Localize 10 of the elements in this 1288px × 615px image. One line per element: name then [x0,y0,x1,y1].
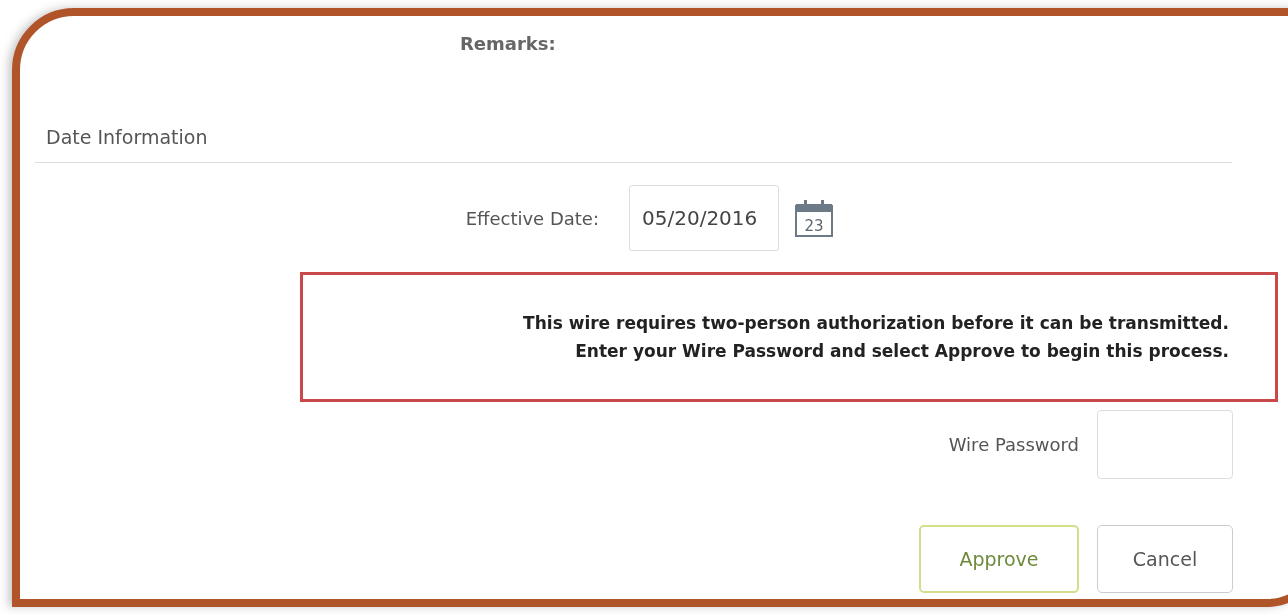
wire-password-label: Wire Password [948,434,1079,455]
date-field[interactable]: 05/20/2016 [629,185,779,251]
notice-text: This wire requires two-person authorization before it can be transmitted. [523,313,1229,333]
notice-text: Enter your Wire Password and select Approve to begin this process. [575,341,1229,361]
approve-button[interactable]: Approve [919,525,1079,593]
effective-date-label: Effective Date: [465,207,599,229]
remarks-label: Remarks: [460,32,556,54]
section-title: Date Information [46,126,209,148]
cancel-button[interactable]: Cancel [1097,525,1233,593]
password-field[interactable] [1097,410,1233,479]
